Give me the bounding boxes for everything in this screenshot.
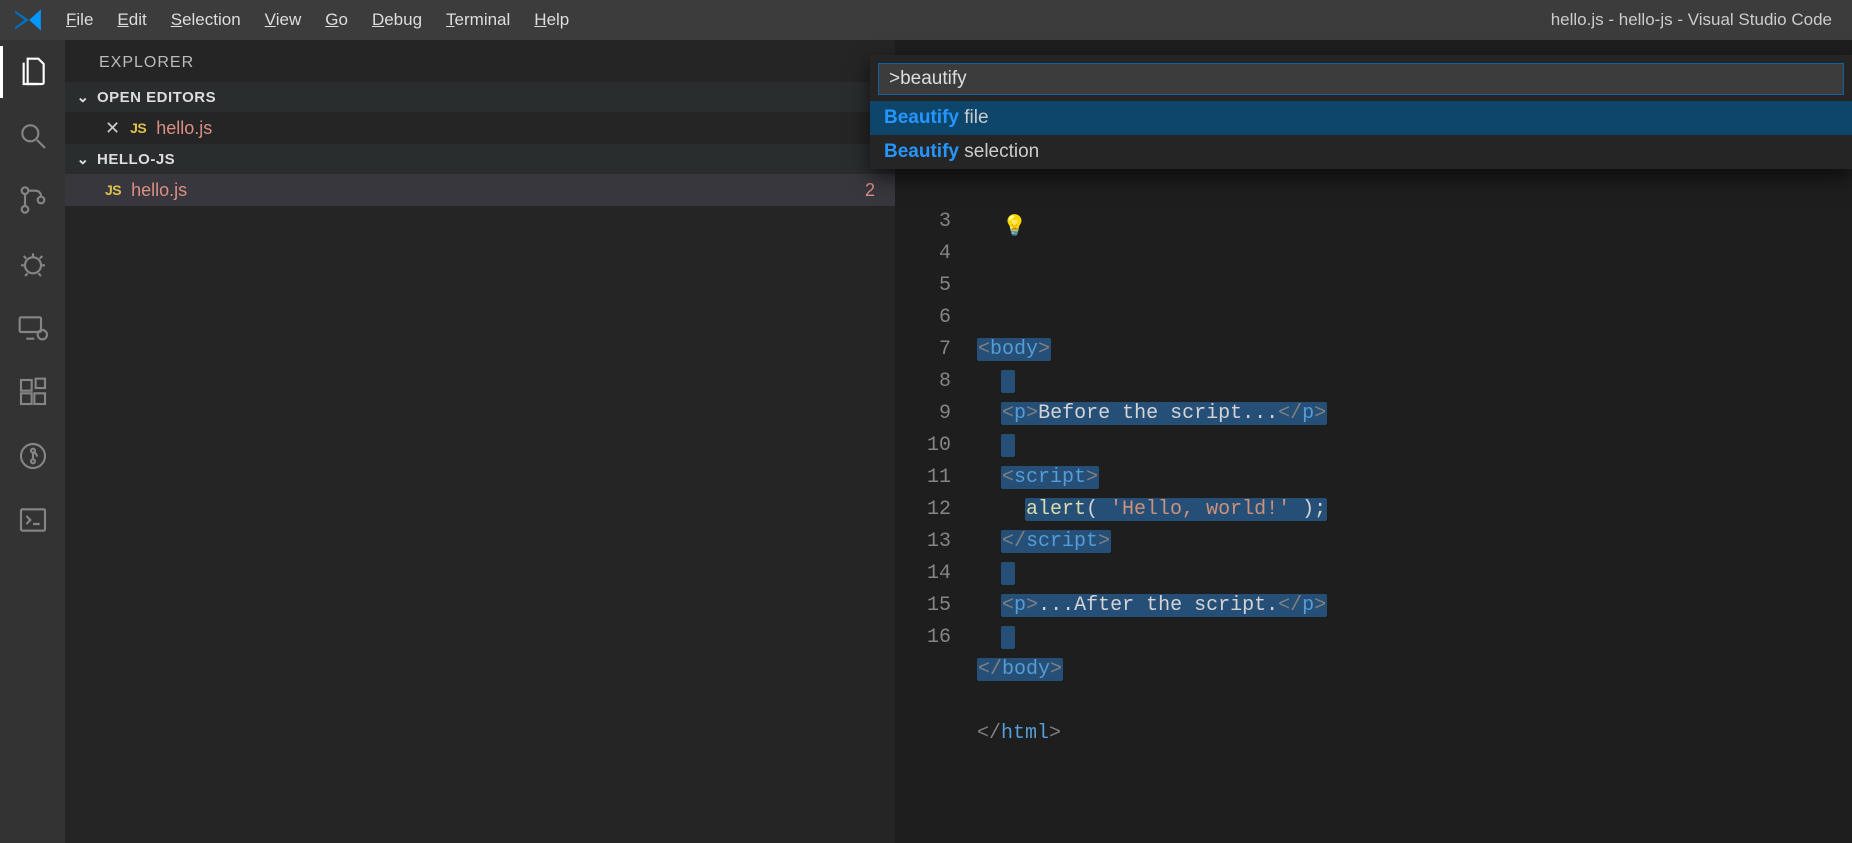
menu-go[interactable]: Go xyxy=(313,10,360,30)
line-number: 6 xyxy=(895,302,951,334)
activity-bar xyxy=(0,40,65,843)
line-number: 4 xyxy=(895,238,951,270)
code-line[interactable] xyxy=(977,558,1852,590)
line-number: 7 xyxy=(895,334,951,366)
explorer-sidebar: EXPLORER ⌄ OPEN EDITORS ✕ JS hello.js ⌄ … xyxy=(65,40,895,843)
line-number: 15 xyxy=(895,590,951,622)
line-number: 5 xyxy=(895,270,951,302)
line-number: 16 xyxy=(895,622,951,654)
code-line[interactable]: <p>...After the script.</p> xyxy=(977,590,1852,622)
code-line[interactable]: <p>Before the script...</p> xyxy=(977,398,1852,430)
command-palette-input[interactable] xyxy=(878,63,1844,95)
search-icon[interactable] xyxy=(15,118,51,154)
line-number: 11 xyxy=(895,462,951,494)
menu-terminal[interactable]: Terminal xyxy=(434,10,522,30)
close-icon[interactable]: ✕ xyxy=(105,118,120,139)
line-number: 12 xyxy=(895,494,951,526)
code-line[interactable]: <script> xyxy=(977,462,1852,494)
remote-icon[interactable] xyxy=(15,310,51,346)
git-graph-icon[interactable] xyxy=(15,438,51,474)
open-editors-header[interactable]: ⌄ OPEN EDITORS xyxy=(65,82,895,112)
lightbulb-icon[interactable]: 💡 xyxy=(1002,212,1027,244)
line-number: 9 xyxy=(895,398,951,430)
code-line[interactable] xyxy=(977,430,1852,462)
code-line[interactable]: </script> xyxy=(977,526,1852,558)
palette-item[interactable]: Beautify file xyxy=(870,101,1852,135)
line-number: 13 xyxy=(895,526,951,558)
code-line[interactable] xyxy=(977,366,1852,398)
sidebar-title: EXPLORER xyxy=(65,40,895,82)
folder-header[interactable]: ⌄ HELLO-JS xyxy=(65,144,895,174)
source-control-icon[interactable] xyxy=(15,182,51,218)
open-editor-item[interactable]: ✕ JS hello.js xyxy=(65,112,895,144)
chevron-down-icon: ⌄ xyxy=(75,150,91,168)
line-number: 8 xyxy=(895,366,951,398)
menu-file[interactable]: File xyxy=(54,10,105,30)
code-line[interactable]: </html> xyxy=(977,718,1852,750)
code-line[interactable] xyxy=(977,622,1852,654)
title-bar: FileEditSelectionViewGoDebugTerminalHelp… xyxy=(0,0,1852,40)
menu-debug[interactable]: Debug xyxy=(360,10,434,30)
chevron-down-icon: ⌄ xyxy=(75,88,91,106)
problems-count: 2 xyxy=(865,180,875,201)
js-file-icon: JS xyxy=(130,120,146,136)
vscode-logo-icon xyxy=(14,6,42,34)
window-title: hello.js - hello-js - Visual Studio Code xyxy=(1551,10,1832,30)
file-tree-filename: hello.js xyxy=(131,180,187,201)
line-number: 14 xyxy=(895,558,951,590)
palette-item[interactable]: Beautify selection xyxy=(870,135,1852,169)
code-line[interactable] xyxy=(977,302,1852,334)
terminal-panel-icon[interactable] xyxy=(15,502,51,538)
menu-view[interactable]: View xyxy=(253,10,314,30)
line-number: 10 xyxy=(895,430,951,462)
code-line[interactable]: alert( 'Hello, world!' ); xyxy=(977,494,1852,526)
js-file-icon: JS xyxy=(105,182,121,198)
open-editor-filename: hello.js xyxy=(156,118,212,139)
file-tree-item[interactable]: JS hello.js 2 xyxy=(65,174,895,206)
debug-icon[interactable] xyxy=(15,246,51,282)
extensions-icon[interactable] xyxy=(15,374,51,410)
code-line[interactable]: <body> xyxy=(977,334,1852,366)
line-number: 3 xyxy=(895,206,951,238)
menu-help[interactable]: Help xyxy=(522,10,581,30)
folder-label: HELLO-JS xyxy=(97,151,175,168)
code-line[interactable]: </body> xyxy=(977,654,1852,686)
menu-edit[interactable]: Edit xyxy=(105,10,158,30)
code-line[interactable] xyxy=(977,686,1852,718)
command-palette: Beautify fileBeautify selection xyxy=(870,55,1852,169)
menu-selection[interactable]: Selection xyxy=(159,10,253,30)
explorer-icon[interactable] xyxy=(15,54,51,90)
open-editors-label: OPEN EDITORS xyxy=(97,89,216,106)
